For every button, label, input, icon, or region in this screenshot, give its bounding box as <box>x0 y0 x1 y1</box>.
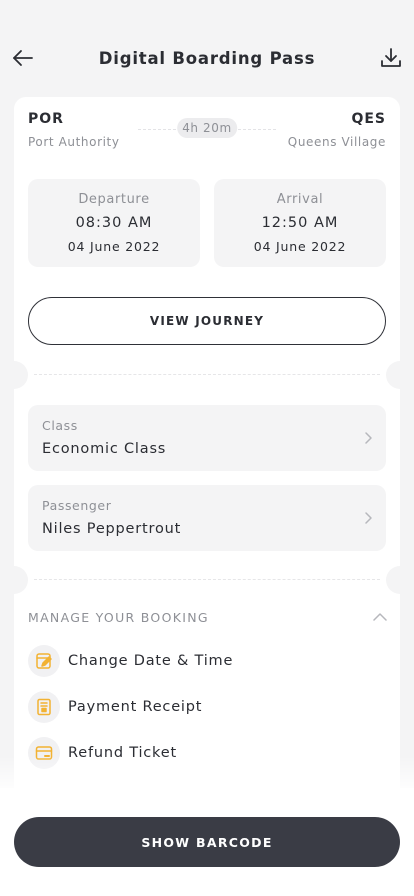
passenger-label: Passenger <box>42 498 112 513</box>
show-barcode-button[interactable]: SHOW BARCODE <box>14 817 400 867</box>
icon-circle <box>28 691 60 723</box>
departure-box: Departure 08:30 AM 04 June 2022 <box>28 179 200 267</box>
boarding-pass-card: POR Port Authority 4h 20m QES Queens Vil… <box>14 97 400 817</box>
chevron-right-icon <box>365 432 372 444</box>
chevron-up-icon[interactable] <box>372 611 388 623</box>
view-journey-button[interactable]: VIEW JOURNEY <box>28 297 386 345</box>
ticket-notch <box>386 566 400 594</box>
arrival-box: Arrival 12:50 AM 04 June 2022 <box>214 179 386 267</box>
arrival-label: Arrival <box>276 192 324 207</box>
manage-booking-title: MANAGE YOUR BOOKING <box>28 610 209 625</box>
route-summary: POR Port Authority 4h 20m QES Queens Vil… <box>28 111 386 155</box>
destination-city: Queens Village <box>287 135 386 149</box>
edit-calendar-icon <box>36 653 52 669</box>
menu-item-label: Change Date & Time <box>68 653 234 669</box>
passenger-name: Niles Peppertrout <box>42 521 182 537</box>
passenger-row[interactable]: Passenger Niles Peppertrout <box>28 485 386 551</box>
ticket-separator <box>14 566 400 594</box>
back-button[interactable] <box>11 46 35 70</box>
download-button[interactable] <box>379 46 403 70</box>
menu-item-label: Payment Receipt <box>68 699 203 715</box>
class-row[interactable]: Class Economic Class <box>28 405 386 471</box>
payment-receipt-item[interactable]: Payment Receipt <box>28 690 386 724</box>
duration-badge: 4h 20m <box>177 118 237 138</box>
arrival-time: 12:50 AM <box>261 215 339 231</box>
ticket-notch <box>14 361 28 389</box>
ticket-notch <box>386 361 400 389</box>
arrow-left-icon <box>13 50 33 66</box>
dashed-divider <box>34 579 380 580</box>
origin-city: Port Authority <box>28 135 120 149</box>
arrival-date: 04 June 2022 <box>253 239 347 254</box>
icon-circle <box>28 645 60 677</box>
origin-code: POR <box>28 111 64 127</box>
class-value: Economic Class <box>42 441 167 457</box>
chevron-right-icon <box>365 512 372 524</box>
departure-date: 04 June 2022 <box>67 239 161 254</box>
dashed-divider <box>34 374 380 375</box>
ticket-notch <box>14 566 28 594</box>
change-date-time-item[interactable]: Change Date & Time <box>28 644 386 678</box>
departure-label: Departure <box>78 192 150 207</box>
download-icon <box>381 48 401 67</box>
destination-code: QES <box>351 111 386 127</box>
departure-time: 08:30 AM <box>75 215 153 231</box>
ticket-separator <box>14 361 400 389</box>
page-title: Digital Boarding Pass <box>98 48 316 68</box>
scroll-fade <box>0 756 414 792</box>
receipt-icon <box>37 698 51 716</box>
class-label: Class <box>42 418 78 433</box>
app-header: Digital Boarding Pass <box>0 36 414 80</box>
